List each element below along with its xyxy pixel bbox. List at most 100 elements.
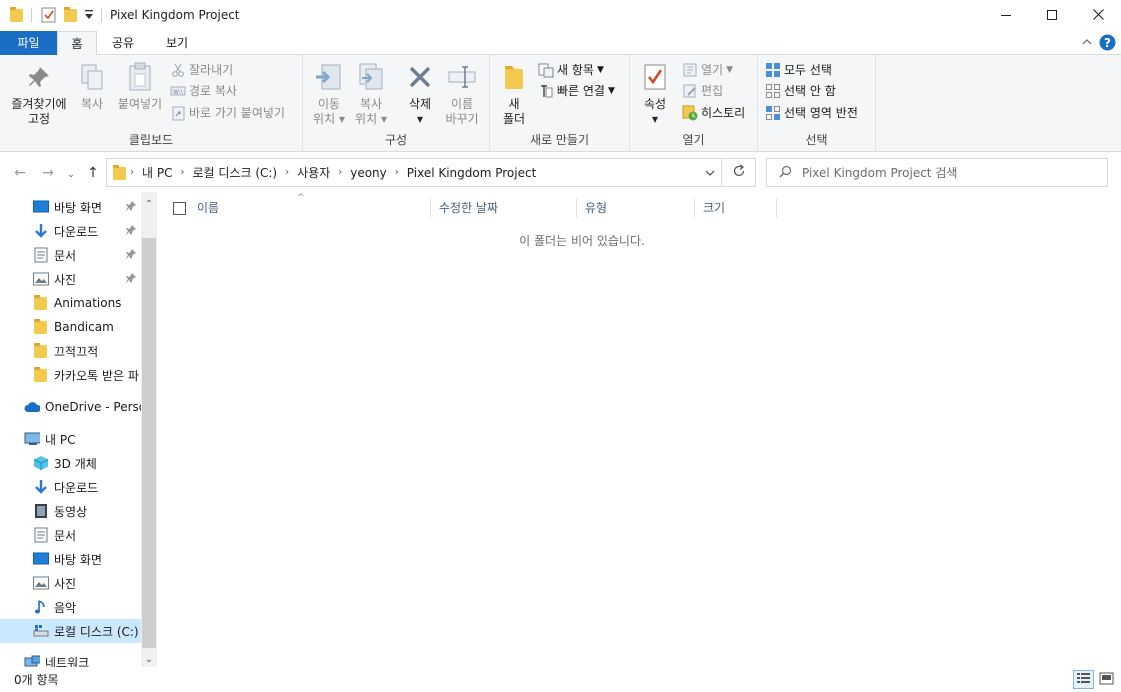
minimize-button[interactable] (983, 0, 1029, 31)
desktop-icon (33, 199, 49, 215)
new-folder-icon[interactable] (64, 7, 80, 23)
breadcrumb-separator-icon[interactable]: › (177, 167, 187, 178)
rename-button[interactable]: 이름 바꾸기 (441, 61, 483, 127)
column-header-modified[interactable]: 수정한 날짜 (431, 198, 577, 218)
tab-view[interactable]: 보기 (157, 31, 197, 55)
nav-item-downloads[interactable]: 다운로드 (0, 219, 141, 243)
large-icons-view-button[interactable] (1096, 670, 1117, 689)
refresh-button[interactable] (721, 159, 755, 186)
new-folder-button[interactable]: 새 폴더 (498, 61, 530, 127)
nav-item-desktop[interactable]: 바탕 화면 (0, 547, 141, 571)
breadcrumb-yeony[interactable]: yeony (345, 166, 392, 180)
new-item-button[interactable]: 새 항목 ▼ (538, 60, 604, 80)
customize-toolbar-icon[interactable] (84, 9, 100, 25)
nav-item-label: 끄적끄적 (54, 344, 99, 359)
maximize-button[interactable] (1029, 0, 1075, 31)
scrollbar-thumb[interactable] (142, 238, 156, 648)
nav-item-documents[interactable]: 문서 (0, 243, 141, 267)
maximize-icon (1047, 9, 1057, 23)
arrow-up-icon: ↑ (87, 165, 99, 181)
nav-item-documents[interactable]: 문서 (0, 523, 141, 547)
copy-to-button[interactable]: 복사 위치 ▾ (351, 61, 391, 127)
tab-home[interactable]: 홈 (57, 31, 97, 56)
breadcrumb-separator-icon[interactable]: › (392, 167, 402, 178)
breadcrumb-current-folder[interactable]: Pixel Kingdom Project (402, 166, 542, 180)
divider (101, 8, 102, 22)
nav-item-this-pc[interactable]: 내 PC (0, 427, 141, 451)
address-history-button[interactable] (699, 159, 721, 186)
select-all-checkbox[interactable] (173, 202, 186, 215)
help-icon[interactable]: ? (1099, 34, 1116, 54)
nav-item-videos[interactable]: 동영상 (0, 499, 141, 523)
close-button[interactable] (1075, 0, 1121, 31)
nav-item-pictures[interactable]: 사진 (0, 267, 141, 291)
tab-share[interactable]: 공유 (103, 31, 143, 55)
nav-item-folder[interactable]: Bandicam (0, 315, 141, 339)
delete-button[interactable]: 삭제 ▾ (401, 61, 439, 127)
breadcrumb-separator-icon[interactable]: › (335, 167, 345, 178)
search-box[interactable]: Pixel Kingdom Project 검색 (766, 158, 1108, 187)
divider (31, 8, 32, 22)
forward-button[interactable]: → (39, 164, 57, 182)
recent-locations-button[interactable]: ⌄ (62, 166, 80, 184)
nav-item-network[interactable]: 네트워크 (0, 650, 141, 667)
easy-access-button[interactable]: 빠른 연결 ▼ (538, 81, 615, 101)
scroll-down-button[interactable]: ⌄ (141, 651, 157, 667)
copy-to-line1: 복사 (359, 97, 383, 111)
paste-shortcut-label: 바로 가기 붙여넣기 (189, 106, 285, 120)
delete-dropdown-icon[interactable]: ▾ (401, 112, 439, 127)
properties-dropdown-icon[interactable]: ▾ (638, 112, 672, 127)
open-button[interactable]: 열기 ▼ (682, 60, 733, 80)
nav-item-folder[interactable]: 끄적끄적 (0, 339, 141, 363)
pin-to-quick-access-button[interactable]: 즐겨찾기에 고정 (6, 61, 72, 127)
tab-file[interactable]: 파일 (0, 31, 57, 55)
details-view-button[interactable] (1073, 670, 1094, 689)
breadcrumb-local-disk[interactable]: 로컬 디스크 (C:) (187, 164, 282, 181)
nav-item-onedrive[interactable]: OneDrive - Persor (0, 395, 141, 419)
back-button[interactable]: ← (11, 164, 29, 182)
nav-item-label: OneDrive - Persor (45, 400, 141, 414)
scroll-up-button[interactable]: ⌃ (141, 196, 157, 212)
easy-access-label: 빠른 연결 (557, 84, 605, 98)
breadcrumb-this-pc[interactable]: 내 PC (137, 164, 177, 181)
copy-button[interactable]: 복사 (74, 61, 110, 112)
folder-icon[interactable] (10, 7, 26, 23)
invert-selection-icon (765, 105, 781, 121)
new-folder-line2: 폴더 (502, 112, 526, 126)
paste-shortcut-button[interactable]: 바로 가기 붙여넣기 (170, 103, 285, 123)
properties-icon[interactable] (41, 7, 57, 23)
move-to-button[interactable]: 이동 위치 ▾ (309, 61, 349, 127)
nav-item-folder[interactable]: 카카오톡 받은 파 (0, 363, 141, 387)
column-header-size[interactable]: 크기 (695, 198, 777, 218)
nav-item-folder[interactable]: Animations (0, 291, 141, 315)
title-bar: Pixel Kingdom Project (0, 0, 1121, 31)
select-all-button[interactable]: 모두 선택 (765, 60, 832, 80)
music-icon (33, 599, 49, 615)
nav-item-3d-objects[interactable]: 3D 개체 (0, 451, 141, 475)
collapse-ribbon-icon[interactable] (1081, 36, 1093, 51)
ribbon-tabs: 파일 홈 공유 보기 ? (0, 31, 1121, 56)
paste-label: 붙여넣기 (117, 97, 163, 111)
arrow-left-icon: ← (14, 165, 26, 181)
nav-item-desktop[interactable]: 바탕 화면 (0, 195, 141, 219)
up-button[interactable]: ↑ (84, 164, 102, 182)
breadcrumb-separator-icon[interactable]: › (282, 167, 292, 178)
column-header-name[interactable]: 이름 (189, 198, 431, 218)
nav-item-local-disk[interactable]: 로컬 디스크 (C:) (0, 619, 141, 643)
address-bar[interactable]: › 내 PC › 로컬 디스크 (C:) › 사용자 › yeony › Pix… (106, 158, 756, 187)
column-header-type[interactable]: 유형 (577, 198, 695, 218)
nav-item-downloads[interactable]: 다운로드 (0, 475, 141, 499)
nav-item-pictures[interactable]: 사진 (0, 571, 141, 595)
desktop-icon (33, 551, 49, 567)
edit-button[interactable]: 편집 (682, 81, 723, 101)
cut-button[interactable]: 잘라내기 (170, 60, 233, 80)
history-button[interactable]: 히스토리 (682, 103, 745, 123)
invert-selection-button[interactable]: 선택 영역 반전 (765, 103, 858, 123)
breadcrumb-users[interactable]: 사용자 (292, 164, 335, 181)
nav-item-music[interactable]: 음악 (0, 595, 141, 619)
copy-path-button[interactable]: W:\ 경로 복사 (170, 81, 237, 101)
properties-button[interactable]: 속성 ▾ (638, 61, 672, 127)
clipboard-group: 즐겨찾기에 고정 복사 붙여넣기 잘라내기 W:\ 경로 복사 바로 가기 붙여… (0, 55, 303, 152)
paste-button[interactable]: 붙여넣기 (114, 61, 166, 112)
select-none-button[interactable]: 선택 안 함 (765, 81, 836, 101)
